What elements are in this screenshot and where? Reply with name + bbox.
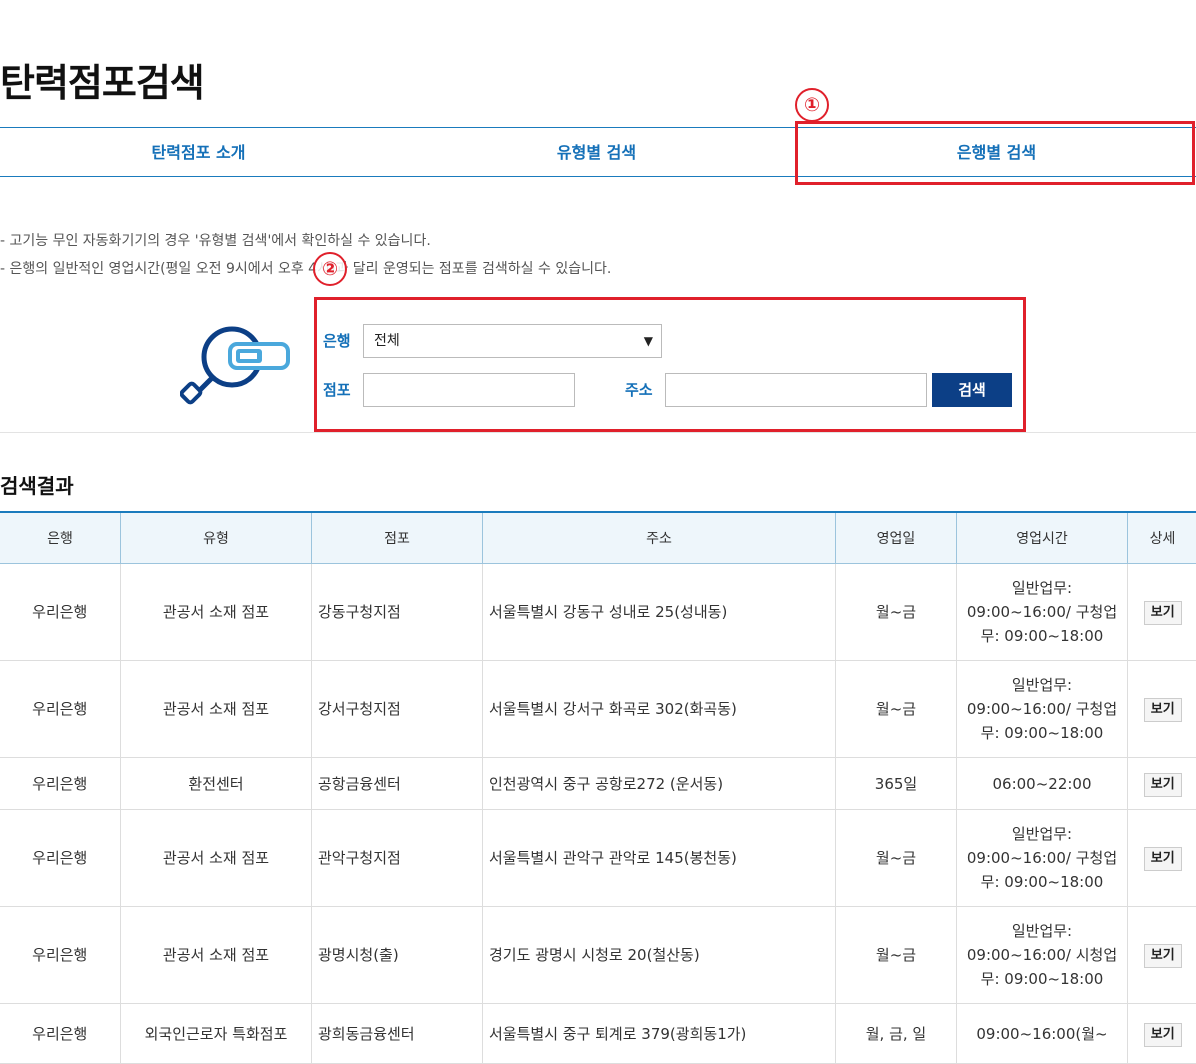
cell-hours: 06:00~22:00 [957, 758, 1128, 810]
marker-1: ① [795, 88, 829, 122]
cell-days: 월~금 [836, 564, 957, 661]
cell-branch: 광명시청(출) [312, 907, 483, 1004]
cell-branch: 관악구청지점 [312, 810, 483, 907]
cell-branch: 강서구청지점 [312, 661, 483, 758]
notice-line-1: - 고기능 무인 자동화기기의 경우 '유형별 검색'에서 확인하실 수 있습니… [0, 230, 431, 250]
view-button[interactable]: 보기 [1144, 847, 1182, 871]
cell-type: 관공서 소재 점포 [121, 907, 312, 1004]
cell-hours: 일반업무: 09:00~16:00/ 구청업무: 09:00~18:00 [957, 564, 1128, 661]
cell-detail: 보기 [1128, 907, 1196, 1004]
cell-branch: 강동구청지점 [312, 564, 483, 661]
cell-bank: 우리은행 [0, 564, 121, 661]
cell-hours: 일반업무: 09:00~16:00/ 구청업무: 09:00~18:00 [957, 661, 1128, 758]
cell-days: 월~금 [836, 810, 957, 907]
notice-line-2: - 은행의 일반적인 영업시간(평일 오전 9시에서 오후 4시)과 달리 운영… [0, 258, 611, 278]
magnifier-card-icon [180, 325, 295, 405]
cell-days: 365일 [836, 758, 957, 810]
tab-search-by-type[interactable]: 유형별 검색 [397, 127, 797, 177]
cell-type: 관공서 소재 점포 [121, 810, 312, 907]
cell-type: 관공서 소재 점포 [121, 661, 312, 758]
highlight-box-search [314, 297, 1026, 432]
view-button[interactable]: 보기 [1144, 944, 1182, 968]
col-address[interactable]: 주소 [483, 512, 836, 564]
table-row: 우리은행 관공서 소재 점포 관악구청지점 서울특별시 관악구 관악로 145(… [0, 810, 1196, 907]
cell-address: 인천광역시 중구 공항로272 (운서동) [483, 758, 836, 810]
view-button[interactable]: 보기 [1144, 601, 1182, 625]
col-type[interactable]: 유형 [121, 512, 312, 564]
col-branch[interactable]: 점포 [312, 512, 483, 564]
cell-type: 관공서 소재 점포 [121, 564, 312, 661]
col-days[interactable]: 영업일 [836, 512, 957, 564]
cell-days: 월~금 [836, 907, 957, 1004]
cell-hours: 일반업무: 09:00~16:00/ 구청업무: 09:00~18:00 [957, 810, 1128, 907]
cell-address: 경기도 광명시 시청로 20(철산동) [483, 907, 836, 1004]
view-button[interactable]: 보기 [1144, 698, 1182, 722]
marker-2: ② [313, 252, 347, 286]
view-button[interactable]: 보기 [1144, 1023, 1182, 1047]
cell-address: 서울특별시 관악구 관악로 145(봉천동) [483, 810, 836, 907]
cell-bank: 우리은행 [0, 907, 121, 1004]
cell-detail: 보기 [1128, 661, 1196, 758]
col-detail[interactable]: 상세 [1128, 512, 1196, 564]
cell-bank: 우리은행 [0, 810, 121, 907]
col-bank[interactable]: 은행 [0, 512, 121, 564]
table-row: 우리은행 관공서 소재 점포 광명시청(출) 경기도 광명시 시청로 20(철산… [0, 907, 1196, 1004]
results-title: 검색결과 [0, 470, 74, 499]
table-header-row: 은행 유형 점포 주소 영업일 영업시간 상세 [0, 512, 1196, 564]
col-hours[interactable]: 영업시간 [957, 512, 1128, 564]
cell-bank: 우리은행 [0, 661, 121, 758]
tab-intro[interactable]: 탄력점포 소개 [0, 127, 398, 177]
cell-days: 월~금 [836, 661, 957, 758]
results-table: 은행 유형 점포 주소 영업일 영업시간 상세 우리은행 관공서 소재 점포 강… [0, 511, 1196, 1064]
table-row: 우리은행 관공서 소재 점포 강동구청지점 서울특별시 강동구 성내로 25(성… [0, 564, 1196, 661]
cell-branch: 공항금융센터 [312, 758, 483, 810]
cell-detail: 보기 [1128, 564, 1196, 661]
cell-address: 서울특별시 강서구 화곡로 302(화곡동) [483, 661, 836, 758]
cell-detail: 보기 [1128, 758, 1196, 810]
cell-detail: 보기 [1128, 810, 1196, 907]
view-button[interactable]: 보기 [1144, 773, 1182, 797]
table-row: 우리은행 관공서 소재 점포 강서구청지점 서울특별시 강서구 화곡로 302(… [0, 661, 1196, 758]
cell-bank: 우리은행 [0, 758, 121, 810]
cell-type: 환전센터 [121, 758, 312, 810]
highlight-box-tab [795, 121, 1195, 185]
cell-address: 서울특별시 강동구 성내로 25(성내동) [483, 564, 836, 661]
cell-hours: 일반업무: 09:00~16:00/ 시청업무: 09:00~18:00 [957, 907, 1128, 1004]
table-row: 우리은행 환전센터 공항금융센터 인천광역시 중구 공항로272 (운서동) 3… [0, 758, 1196, 810]
page-title: 탄력점포검색 [0, 52, 204, 107]
